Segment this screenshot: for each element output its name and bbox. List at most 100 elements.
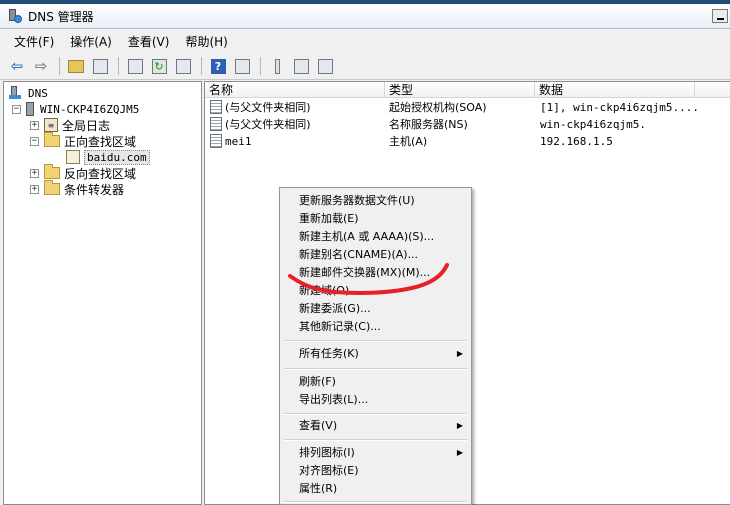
tree-label: 反向查找区域 <box>64 166 137 181</box>
ctx-all-tasks[interactable]: 所有任务(K) ▶ <box>299 345 467 363</box>
console-icon <box>234 58 250 74</box>
toolbar-separator <box>118 57 119 75</box>
refresh-icon: ↻ <box>151 58 167 74</box>
ctx-properties[interactable]: 属性(R) <box>299 480 467 498</box>
properties-button[interactable] <box>124 56 146 76</box>
column-header-type[interactable]: 类型 <box>385 82 535 98</box>
ctx-line-up-icons[interactable]: 对齐图标(E) <box>299 462 467 480</box>
up-folder-icon <box>68 59 84 73</box>
record-name: mei1 <box>225 135 252 148</box>
expand-icon[interactable]: + <box>30 184 39 194</box>
tree-item-global-logs[interactable]: + ≡ 全局日志 <box>30 117 110 133</box>
tree-item-conditional-forwarders[interactable]: + 条件转发器 <box>30 180 125 197</box>
ctx-refresh[interactable]: 刷新(F) <box>299 373 467 391</box>
ctx-new-domain[interactable]: 新建域(O)... <box>299 282 467 300</box>
menu-separator <box>284 368 467 370</box>
export-icon <box>175 58 191 74</box>
tree-label-selected: baidu.com <box>84 149 150 165</box>
collapse-icon[interactable]: − <box>12 104 21 114</box>
server-icon <box>26 102 34 116</box>
tree-label: 正向查找区域 <box>64 134 137 149</box>
refresh-button[interactable]: ↻ <box>148 56 170 76</box>
list-header: 名称 类型 数据 <box>205 82 730 98</box>
back-button[interactable]: ⇦ <box>6 56 28 76</box>
tree-label: 全局日志 <box>62 118 111 133</box>
table-row[interactable]: mei1 主机(A) 192.168.1.5 <box>205 133 730 150</box>
ctx-all-tasks-label: 所有任务(K) <box>299 347 359 360</box>
menu-help[interactable]: 帮助(H) <box>177 33 235 50</box>
record-name: (与父文件夹相同) <box>225 118 311 131</box>
minimize-button[interactable] <box>712 9 728 23</box>
tree-label: 条件转发器 <box>64 182 125 197</box>
menu-action[interactable]: 操作(A) <box>62 33 120 50</box>
ctx-new-alias[interactable]: 新建别名(CNAME)(A)... <box>299 246 467 264</box>
list-icon <box>293 58 309 74</box>
submenu-arrow-icon: ▶ <box>456 349 463 358</box>
tree-item-reverse-zones[interactable]: + 反向查找区域 <box>30 164 137 181</box>
tree-label: WIN-CKP4I6ZQJM5 <box>40 102 140 116</box>
expand-icon[interactable]: + <box>30 168 39 178</box>
ctx-view[interactable]: 查看(V) ▶ <box>299 417 467 435</box>
toolbar-separator <box>59 57 60 75</box>
export-button[interactable] <box>172 56 194 76</box>
ctx-reload[interactable]: 重新加载(E) <box>299 210 467 228</box>
tree-label: DNS <box>28 86 48 100</box>
menu-view[interactable]: 查看(V) <box>120 33 178 50</box>
context-menu: 更新服务器数据文件(U) 重新加载(E) 新建主机(A 或 AAAA)(S)..… <box>279 187 472 505</box>
tree-item-forward-zones[interactable]: − 正向查找区域 <box>30 132 137 149</box>
copy-icon <box>317 58 333 74</box>
dns-app-icon <box>6 8 22 24</box>
show-tree-button[interactable] <box>89 56 111 76</box>
menu-separator <box>284 501 467 503</box>
submenu-arrow-icon: ▶ <box>456 448 463 457</box>
record-name-cell: (与父文件夹相同) <box>210 99 385 116</box>
list-button[interactable] <box>290 56 312 76</box>
context-menu-gutter <box>280 188 286 504</box>
tree-item-dns[interactable]: DNS <box>8 85 48 101</box>
ctx-new-host[interactable]: 新建主机(A 或 AAAA)(S)... <box>299 228 467 246</box>
ctx-other-new-records[interactable]: 其他新记录(C)... <box>299 318 467 336</box>
filter-icon <box>274 58 280 74</box>
ctx-arrange-icons-label: 排列图标(I) <box>299 446 355 459</box>
record-name: (与父文件夹相同) <box>225 101 311 114</box>
ctx-update-server-data-file[interactable]: 更新服务器数据文件(U) <box>299 192 467 210</box>
record-icon <box>210 134 222 148</box>
record-type: 名称服务器(NS) <box>389 118 468 131</box>
menu-file[interactable]: 文件(F) <box>6 33 62 50</box>
record-data: [1], win-ckp4i6zqjm5.... <box>540 101 699 114</box>
filter-button[interactable] <box>266 56 288 76</box>
dns-icon <box>8 86 22 100</box>
record-icon <box>210 117 222 131</box>
ctx-arrange-icons[interactable]: 排列图标(I) ▶ <box>299 444 467 462</box>
forward-button[interactable]: ⇨ <box>30 56 52 76</box>
tree-item-server[interactable]: − WIN-CKP4I6ZQJM5 <box>12 101 139 117</box>
ctx-export-list[interactable]: 导出列表(L)... <box>299 391 467 409</box>
folder-icon <box>44 180 60 195</box>
column-header-name[interactable]: 名称 <box>205 82 385 98</box>
toolbar-separator <box>260 57 261 75</box>
help-button[interactable]: ? <box>207 56 229 76</box>
back-icon: ⇦ <box>10 56 24 75</box>
up-level-button[interactable] <box>65 56 87 76</box>
ctx-new-delegation[interactable]: 新建委派(G)... <box>299 300 467 318</box>
table-row[interactable]: (与父文件夹相同) 名称服务器(NS) win-ckp4i6zqjm5. <box>205 116 730 133</box>
copy-button[interactable] <box>314 56 336 76</box>
column-header-data[interactable]: 数据 <box>535 82 695 98</box>
console-button[interactable] <box>231 56 253 76</box>
submenu-arrow-icon: ▶ <box>456 421 463 430</box>
ctx-view-label: 查看(V) <box>299 419 338 432</box>
help-icon: ? <box>210 58 226 74</box>
table-row[interactable]: (与父文件夹相同) 起始授权机构(SOA) [1], win-ckp4i6zqj… <box>205 99 730 116</box>
record-data: 192.168.1.5 <box>540 135 613 148</box>
collapse-icon[interactable]: − <box>30 136 39 146</box>
menu-separator <box>284 340 467 342</box>
menu-separator <box>284 439 467 441</box>
folder-icon <box>44 164 60 179</box>
ctx-new-mail-exchanger[interactable]: 新建邮件交换器(MX)(M)... <box>299 264 467 282</box>
record-name-cell: (与父文件夹相同) <box>210 116 385 133</box>
record-icon <box>210 100 222 114</box>
tree-item-zone-baidu[interactable]: baidu.com <box>66 149 150 165</box>
zone-icon <box>66 150 80 164</box>
window-title: DNS 管理器 <box>28 9 94 24</box>
expand-icon[interactable]: + <box>30 120 39 130</box>
